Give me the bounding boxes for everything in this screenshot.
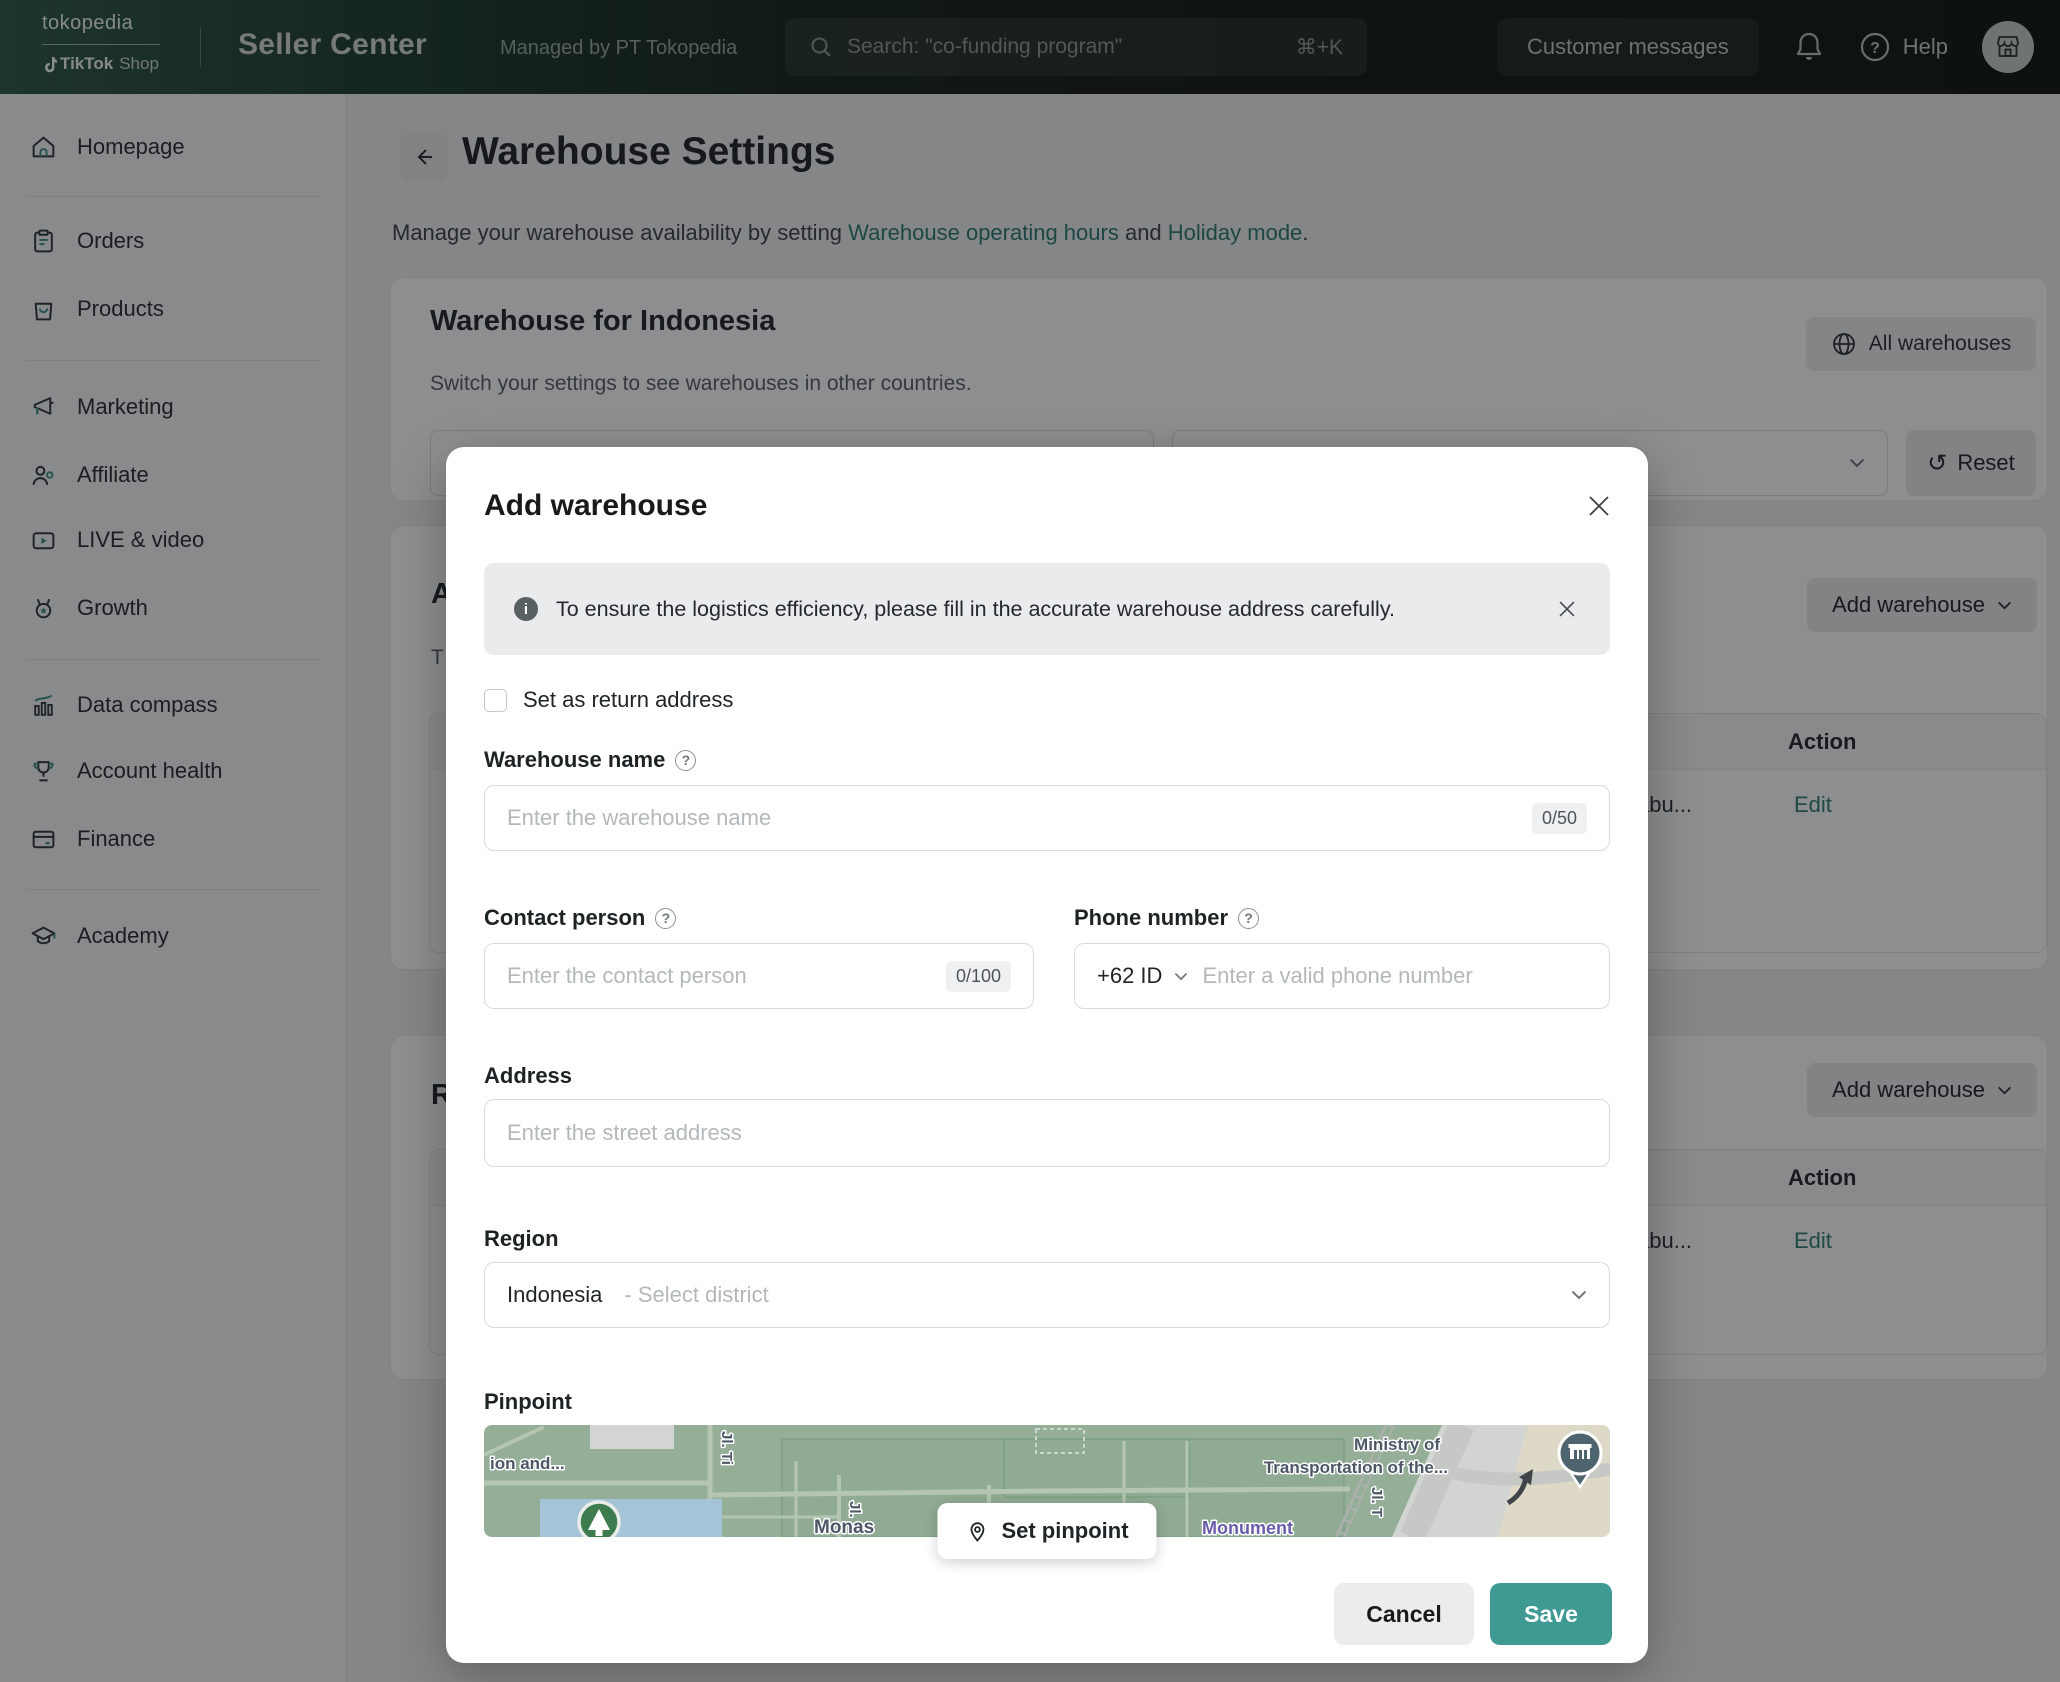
- set-pinpoint-button[interactable]: Set pinpoint: [937, 1503, 1156, 1559]
- modal-close-button[interactable]: [1584, 491, 1614, 521]
- warehouse-name-label: Warehouse name: [484, 747, 665, 773]
- contact-person-label-row: Contact person ?: [484, 905, 676, 931]
- phone-number-label-row: Phone number ?: [1074, 905, 1259, 931]
- save-button[interactable]: Save: [1490, 1583, 1612, 1645]
- char-counter: 0/50: [1532, 803, 1587, 834]
- park-tree-icon: [579, 1502, 619, 1537]
- chevron-down-icon: [1571, 1290, 1587, 1300]
- banner-dismiss-button[interactable]: [1554, 596, 1580, 622]
- help-tooltip-icon[interactable]: ?: [675, 750, 696, 771]
- close-icon: [1586, 493, 1612, 519]
- help-tooltip-icon[interactable]: ?: [655, 908, 676, 929]
- map-label-street-3: Jl. T: [1368, 1487, 1385, 1517]
- warehouse-name-input-shell: 0/50: [484, 785, 1610, 851]
- map-label-ministry-2: Transportation of the...: [1264, 1458, 1448, 1477]
- phone-number-input[interactable]: [1202, 963, 1587, 989]
- region-label-row: Region: [484, 1226, 559, 1252]
- map-label-street-2: Jl.: [846, 1501, 863, 1518]
- close-icon: [1557, 599, 1577, 619]
- map-label-ministry-1: Ministry of: [1354, 1435, 1440, 1454]
- info-banner-text: To ensure the logistics efficiency, plea…: [556, 597, 1536, 622]
- country-code-select[interactable]: +62 ID: [1097, 963, 1188, 989]
- set-pinpoint-label: Set pinpoint: [1001, 1518, 1128, 1544]
- region-value: Indonesia: [507, 1282, 602, 1308]
- phone-number-input-shell: +62 ID: [1074, 943, 1610, 1009]
- cancel-button[interactable]: Cancel: [1334, 1583, 1474, 1645]
- address-label-row: Address: [484, 1063, 572, 1089]
- pinpoint-label-row: Pinpoint: [484, 1389, 572, 1415]
- pinpoint-icon: [965, 1519, 989, 1543]
- warehouse-name-input[interactable]: [507, 805, 1518, 831]
- map-label-monas: Monas: [814, 1517, 874, 1537]
- address-label: Address: [484, 1063, 572, 1089]
- return-address-checkbox-row[interactable]: Set as return address: [484, 687, 733, 713]
- map-label-monument: Monument: [1202, 1518, 1293, 1537]
- return-address-checkbox-label: Set as return address: [523, 687, 733, 713]
- map-label-street-1: Jl. Ti: [718, 1431, 735, 1465]
- map-label-left: ion and...: [490, 1454, 565, 1473]
- address-input[interactable]: [507, 1120, 1587, 1146]
- return-address-checkbox[interactable]: [484, 689, 507, 712]
- add-warehouse-modal: Add warehouse i To ensure the logistics …: [446, 447, 1648, 1663]
- region-label: Region: [484, 1226, 559, 1252]
- contact-person-input-shell: 0/100: [484, 943, 1034, 1009]
- seller-center-page: tokopedia TikTok Shop Seller Center Mana…: [0, 0, 2060, 1682]
- char-counter: 0/100: [946, 961, 1011, 992]
- phone-number-label: Phone number: [1074, 905, 1228, 931]
- info-banner: i To ensure the logistics efficiency, pl…: [484, 563, 1610, 655]
- chevron-down-icon: [1174, 972, 1188, 981]
- contact-person-input[interactable]: [507, 963, 932, 989]
- pinpoint-map[interactable]: ion and... Monas Monument Ministry of Tr…: [484, 1425, 1610, 1537]
- warehouse-name-label-row: Warehouse name ?: [484, 747, 696, 773]
- region-placeholder: - Select district: [624, 1282, 768, 1308]
- pinpoint-label: Pinpoint: [484, 1389, 572, 1415]
- address-input-shell: [484, 1099, 1610, 1167]
- modal-title: Add warehouse: [484, 489, 707, 523]
- region-select[interactable]: Indonesia - Select district: [484, 1262, 1610, 1328]
- help-tooltip-icon[interactable]: ?: [1238, 908, 1259, 929]
- contact-person-label: Contact person: [484, 905, 645, 931]
- country-code-value: +62 ID: [1097, 963, 1162, 989]
- info-icon: i: [514, 597, 538, 621]
